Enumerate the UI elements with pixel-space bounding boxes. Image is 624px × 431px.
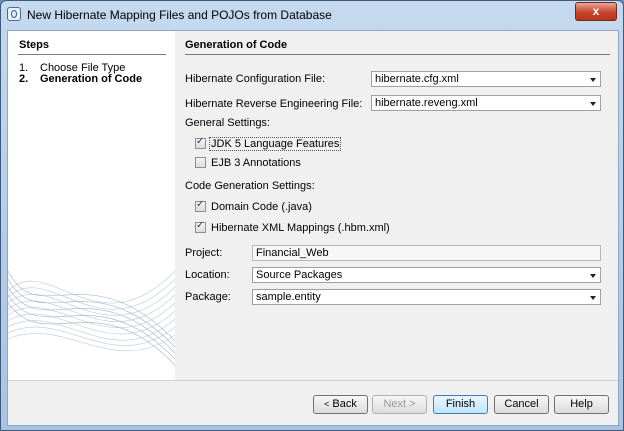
back-button-label: Back: [332, 398, 357, 410]
check-icon: ✓: [196, 220, 205, 231]
page-title: Generation of Code: [185, 39, 288, 51]
config-file-value: hibernate.cfg.xml: [375, 73, 459, 85]
hbm-mappings-label[interactable]: Hibernate XML Mappings (.hbm.xml): [211, 222, 390, 234]
page-title-divider: [185, 54, 610, 55]
netbeans-app-icon: [7, 7, 21, 21]
location-combobox[interactable]: Source Packages: [252, 267, 601, 283]
reveng-file-combobox[interactable]: hibernate.reveng.xml: [371, 95, 601, 111]
close-button[interactable]: x: [575, 2, 617, 21]
check-icon: ✓: [196, 136, 205, 147]
reveng-file-label: Hibernate Reverse Engineering File:: [185, 98, 363, 110]
chevron-down-icon: [590, 102, 596, 106]
step-label: Generation of Code: [40, 73, 143, 85]
package-value: sample.entity: [256, 291, 321, 303]
cancel-button[interactable]: Cancel: [494, 395, 549, 414]
chevron-down-icon: [590, 296, 596, 300]
ejb3-checkbox[interactable]: [195, 157, 206, 168]
back-arrow-icon: <: [324, 399, 330, 409]
step-number: 2.: [19, 73, 29, 85]
jdk5-checkbox[interactable]: ✓: [195, 136, 206, 149]
dialog-content: Steps 1. Choose File Type 2. Generation of…: [7, 30, 619, 426]
window-title: New Hibernate Mapping Files and POJOs fr…: [27, 8, 332, 22]
domain-code-label[interactable]: Domain Code (.java): [211, 201, 312, 213]
chevron-down-icon: [590, 78, 596, 82]
dialog-window: New Hibernate Mapping Files and POJOs fr…: [0, 0, 624, 431]
hbm-mappings-checkbox[interactable]: ✓: [195, 220, 206, 233]
help-button[interactable]: Help: [554, 395, 609, 414]
location-label: Location:: [185, 269, 230, 281]
jdk5-label-text: JDK 5 Language Features: [209, 137, 342, 151]
project-value: Financial_Web: [256, 247, 329, 259]
finish-button[interactable]: Finish: [433, 395, 488, 414]
reveng-file-value: hibernate.reveng.xml: [375, 97, 478, 109]
check-icon: ✓: [196, 199, 205, 210]
chevron-down-icon: [590, 274, 596, 278]
location-value: Source Packages: [256, 269, 343, 281]
steps-divider: [18, 54, 166, 55]
step-generation-of-code: 2. Generation of Code: [19, 73, 142, 85]
project-label: Project:: [185, 247, 223, 259]
next-button[interactable]: Next >: [372, 395, 427, 414]
ejb3-label[interactable]: EJB 3 Annotations: [211, 157, 301, 169]
code-generation-settings-label: Code Generation Settings:: [185, 180, 315, 192]
decorative-swirl-graphic: [8, 270, 175, 366]
steps-panel: Steps 1. Choose File Type 2. Generation of…: [8, 31, 175, 380]
jdk5-label[interactable]: JDK 5 Language Features: [209, 137, 342, 151]
steps-heading: Steps: [19, 39, 49, 51]
general-settings-label: General Settings:: [185, 117, 270, 129]
title-bar[interactable]: New Hibernate Mapping Files and POJOs fr…: [1, 1, 623, 29]
domain-code-checkbox[interactable]: ✓: [195, 199, 206, 212]
close-icon: x: [592, 4, 600, 18]
package-combobox[interactable]: sample.entity: [252, 289, 601, 305]
project-field: Financial_Web: [252, 245, 601, 261]
config-file-combobox[interactable]: hibernate.cfg.xml: [371, 71, 601, 87]
config-file-label: Hibernate Configuration File:: [185, 73, 326, 85]
back-button[interactable]: < Back: [313, 395, 368, 414]
package-label: Package:: [185, 291, 231, 303]
button-bar-divider: [8, 380, 618, 381]
